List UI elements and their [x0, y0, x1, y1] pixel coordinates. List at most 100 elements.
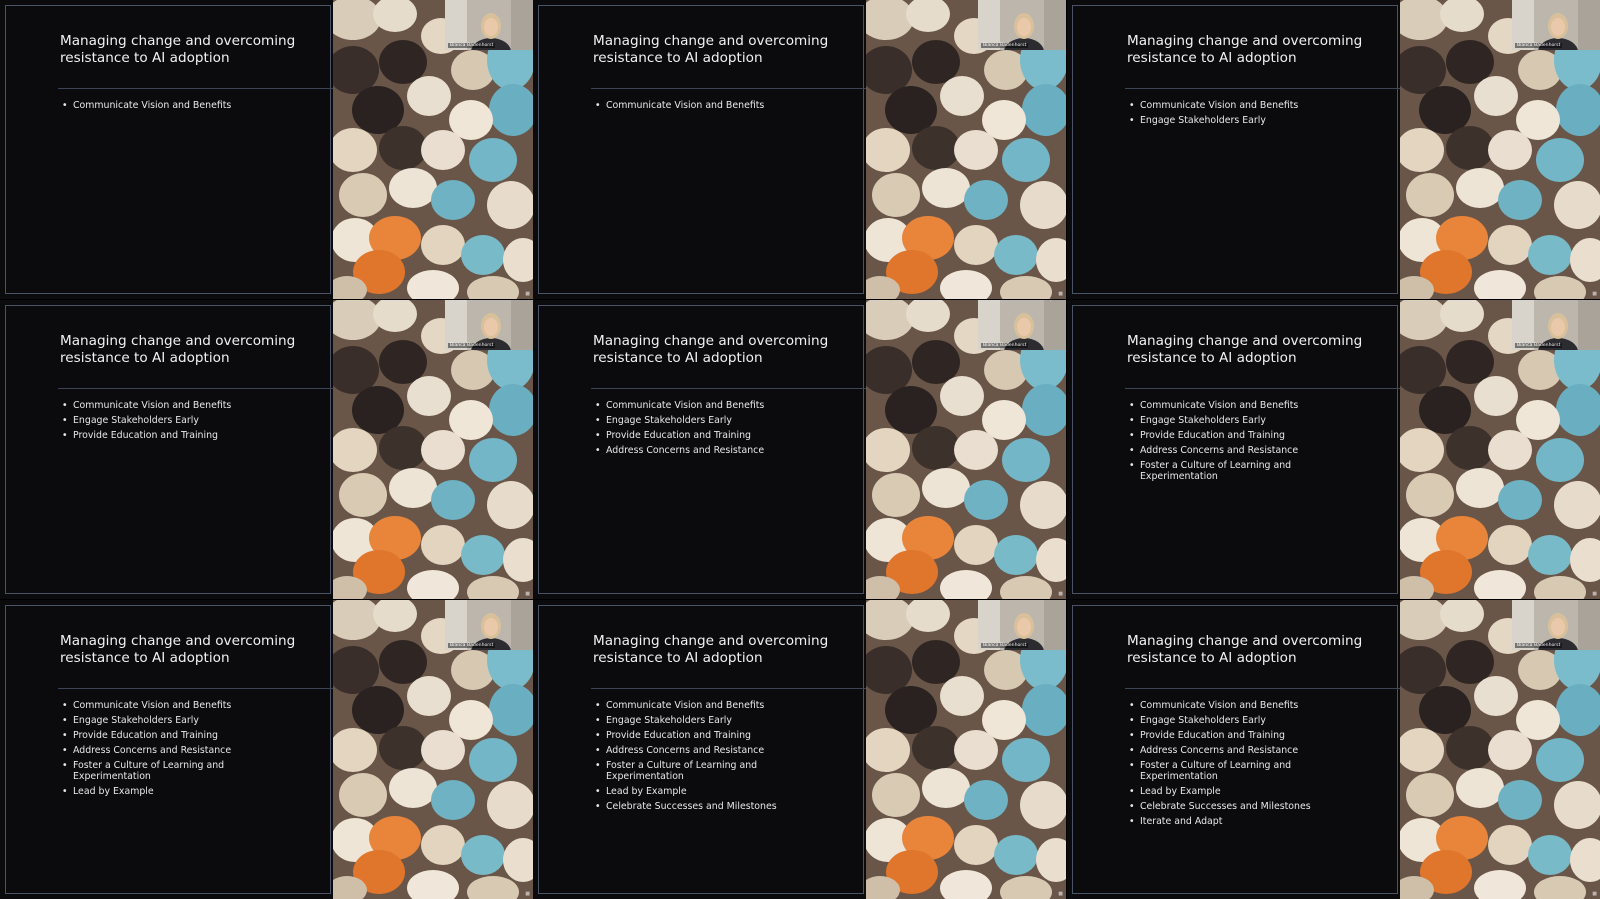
slide-thumbnail[interactable]: Managing change and overcoming resistanc…	[0, 0, 533, 299]
title-divider	[1125, 688, 1401, 689]
bullet-list: Communicate Vision and Benefits Engage St…	[593, 400, 793, 460]
title-divider	[1125, 88, 1401, 89]
bullet-item: Engage Stakeholders Early	[60, 715, 260, 727]
slide-title: Managing change and overcoming resistanc…	[60, 633, 296, 666]
bullet-item: Engage Stakeholders Early	[593, 415, 793, 427]
wooden-figures-photo: Bianca Badenhorst ■	[866, 0, 1066, 299]
bullet-item: Lead by Example	[593, 786, 793, 798]
bullet-item: Provide Education and Training	[593, 430, 793, 442]
title-divider	[1125, 388, 1401, 389]
bullet-item: Engage Stakeholders Early	[1127, 415, 1327, 427]
presenter-video: Bianca Badenhorst	[445, 600, 533, 650]
title-divider	[58, 388, 334, 389]
bullet-item: Communicate Vision and Benefits	[1127, 100, 1327, 112]
bullet-item: Communicate Vision and Benefits	[1127, 700, 1327, 712]
wooden-figures-photo: Bianca Badenhorst ■	[333, 600, 533, 899]
wooden-figures-photo: Bianca Badenhorst ■	[1400, 0, 1600, 299]
slide-title: Managing change and overcoming resistanc…	[1127, 333, 1363, 366]
corner-logo-icon: ■	[1058, 291, 1063, 297]
presenter-name-label: Bianca Badenhorst	[448, 643, 496, 648]
corner-logo-icon: ■	[525, 291, 530, 297]
title-divider	[591, 688, 867, 689]
slide-title: Managing change and overcoming resistanc…	[1127, 633, 1363, 666]
bullet-item: Lead by Example	[60, 786, 260, 798]
presenter-name-label: Bianca Badenhorst	[1515, 643, 1563, 648]
bullet-item: Iterate and Adapt	[1127, 816, 1327, 828]
bullet-item: Foster a Culture of Learning and Experim…	[1127, 760, 1327, 783]
presenter-video: Bianca Badenhorst	[1512, 0, 1600, 50]
slide-thumbnail[interactable]: Managing change and overcoming resistanc…	[1067, 300, 1600, 599]
title-divider	[591, 88, 867, 89]
bullet-item: Engage Stakeholders Early	[1127, 115, 1327, 127]
corner-logo-icon: ■	[1592, 891, 1597, 897]
slide-title: Managing change and overcoming resistanc…	[593, 633, 829, 666]
wooden-figures-photo: Bianca Badenhorst ■	[1400, 600, 1600, 899]
bullet-list: Communicate Vision and Benefits	[593, 100, 793, 115]
presenter-video: Bianca Badenhorst	[1512, 600, 1600, 650]
slide-thumbnail[interactable]: Managing change and overcoming resistanc…	[533, 600, 1066, 899]
slide-thumbnail[interactable]: Managing change and overcoming resistanc…	[0, 300, 533, 599]
corner-logo-icon: ■	[1058, 891, 1063, 897]
bullet-list: Communicate Vision and Benefits Engage St…	[60, 700, 260, 801]
bullet-item: Foster a Culture of Learning and Experim…	[60, 760, 260, 783]
bullet-item: Address Concerns and Resistance	[593, 745, 793, 757]
bullet-item: Provide Education and Training	[593, 730, 793, 742]
slide-thumbnail[interactable]: Managing change and overcoming resistanc…	[1067, 600, 1600, 899]
presenter-video: Bianca Badenhorst	[445, 300, 533, 350]
bullet-item: Celebrate Successes and Milestones	[593, 801, 793, 813]
presenter-name-label: Bianca Badenhorst	[1515, 43, 1563, 48]
bullet-item: Communicate Vision and Benefits	[593, 400, 793, 412]
presenter-video: Bianca Badenhorst	[1512, 300, 1600, 350]
bullet-item: Celebrate Successes and Milestones	[1127, 801, 1327, 813]
bullet-list: Communicate Vision and Benefits Engage St…	[60, 400, 260, 445]
presenter-name-label: Bianca Badenhorst	[981, 343, 1029, 348]
slide-title: Managing change and overcoming resistanc…	[593, 33, 829, 66]
slide-title: Managing change and overcoming resistanc…	[1127, 33, 1363, 66]
presenter-video: Bianca Badenhorst	[978, 0, 1066, 50]
wooden-figures-photo: Bianca Badenhorst ■	[866, 300, 1066, 599]
wooden-figures-photo: Bianca Badenhorst ■	[333, 0, 533, 299]
bullet-item: Engage Stakeholders Early	[1127, 715, 1327, 727]
slide-title: Managing change and overcoming resistanc…	[60, 333, 296, 366]
bullet-item: Communicate Vision and Benefits	[60, 100, 260, 112]
bullet-list: Communicate Vision and Benefits Engage St…	[593, 700, 793, 816]
wooden-figures-photo: Bianca Badenhorst ■	[333, 300, 533, 599]
bullet-item: Engage Stakeholders Early	[593, 715, 793, 727]
slide-title: Managing change and overcoming resistanc…	[60, 33, 296, 66]
bullet-item: Provide Education and Training	[60, 730, 260, 742]
bullet-item: Engage Stakeholders Early	[60, 415, 260, 427]
bullet-item: Communicate Vision and Benefits	[60, 700, 260, 712]
presenter-name-label: Bianca Badenhorst	[981, 43, 1029, 48]
slide-title: Managing change and overcoming resistanc…	[593, 333, 829, 366]
presenter-name-label: Bianca Badenhorst	[448, 343, 496, 348]
wooden-figures-photo: Bianca Badenhorst ■	[866, 600, 1066, 899]
slide-thumbnail[interactable]: Managing change and overcoming resistanc…	[533, 300, 1066, 599]
bullet-item: Foster a Culture of Learning and Experim…	[1127, 460, 1327, 483]
slide-thumbnail[interactable]: Managing change and overcoming resistanc…	[533, 0, 1066, 299]
bullet-item: Address Concerns and Resistance	[1127, 445, 1327, 457]
bullet-list: Communicate Vision and Benefits Engage St…	[1127, 100, 1327, 130]
bullet-item: Address Concerns and Resistance	[593, 445, 793, 457]
corner-logo-icon: ■	[1592, 291, 1597, 297]
presenter-video: Bianca Badenhorst	[978, 300, 1066, 350]
presenter-name-label: Bianca Badenhorst	[448, 43, 496, 48]
corner-logo-icon: ■	[525, 891, 530, 897]
bullet-item: Address Concerns and Resistance	[60, 745, 260, 757]
title-divider	[58, 688, 334, 689]
bullet-item: Provide Education and Training	[1127, 730, 1327, 742]
corner-logo-icon: ■	[525, 591, 530, 597]
bullet-item: Foster a Culture of Learning and Experim…	[593, 760, 793, 783]
slide-thumbnail[interactable]: Managing change and overcoming resistanc…	[0, 600, 533, 899]
bullet-item: Communicate Vision and Benefits	[1127, 400, 1327, 412]
bullet-item: Provide Education and Training	[1127, 430, 1327, 442]
corner-logo-icon: ■	[1592, 591, 1597, 597]
title-divider	[591, 388, 867, 389]
bullet-list: Communicate Vision and Benefits Engage St…	[1127, 400, 1327, 486]
presenter-name-label: Bianca Badenhorst	[1515, 343, 1563, 348]
bullet-item: Address Concerns and Resistance	[1127, 745, 1327, 757]
slide-thumbnail[interactable]: Managing change and overcoming resistanc…	[1067, 0, 1600, 299]
bullet-list: Communicate Vision and Benefits Engage St…	[1127, 700, 1327, 831]
bullet-item: Communicate Vision and Benefits	[593, 700, 793, 712]
bullet-item: Lead by Example	[1127, 786, 1327, 798]
bullet-list: Communicate Vision and Benefits	[60, 100, 260, 115]
